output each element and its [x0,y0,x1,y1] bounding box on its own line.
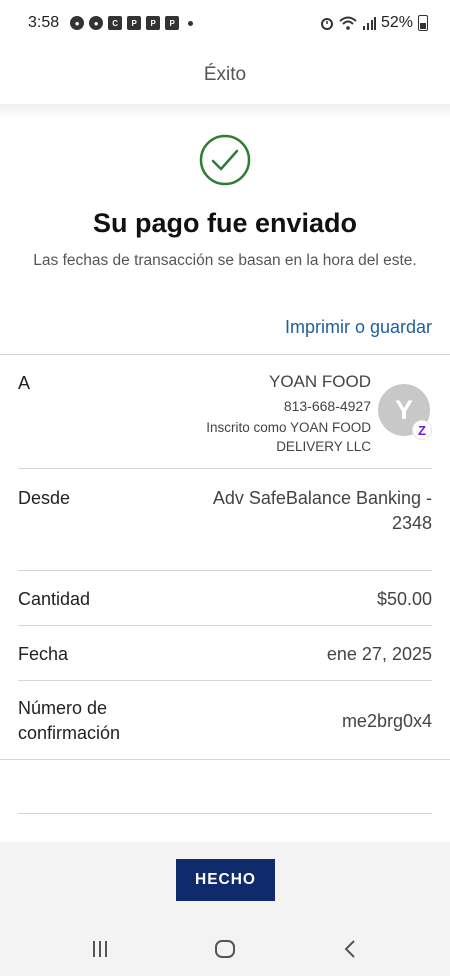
wifi-icon [339,16,357,30]
divider [18,680,432,681]
home-icon[interactable] [214,938,236,960]
pdf-notification-icon: P [165,16,180,30]
header-shadow [0,104,450,118]
from-account-name: Adv SafeBalance Banking - [212,488,432,508]
from-account: Adv SafeBalance Banking - 2348 [213,486,432,536]
messenger-notification-icon: ● [70,16,85,30]
confirmation-label-line2: confirmación [18,723,121,743]
done-button[interactable]: HECHO [176,859,275,901]
confirmation-number: me2brg0x4 [341,711,432,731]
divider [0,759,450,760]
divider [18,625,432,626]
check-circle-icon [199,134,251,186]
from-label: Desde [18,488,71,508]
confirmation-label-line1: Número de [18,698,108,718]
to-label: A [18,373,31,393]
divider [18,570,432,571]
page-header: Éxito [0,46,450,104]
date-value: ene 27, 2025 [326,644,432,664]
timezone-note: Las fechas de transacción se basan en la… [33,252,417,269]
zelle-badge-icon: Z [412,420,432,440]
divider [18,813,432,814]
page-title: Éxito [203,64,247,85]
date-label: Fecha [18,644,69,664]
messenger-notification-icon: ● [89,16,104,30]
signal-icon [362,17,376,30]
app-notification-icon: C [108,16,123,30]
divider [0,354,450,355]
status-time: 3:58 [28,14,60,31]
confirmation-label: Número de confirmación [18,696,120,746]
battery-icon [418,15,428,31]
success-title: Su pago fue enviado [92,208,358,238]
recipient-phone: 813-668-4927 [283,398,371,414]
print-or-save-link[interactable]: Imprimir o guardar [285,317,432,338]
back-icon[interactable] [340,938,362,960]
recent-apps-icon[interactable] [89,938,111,960]
divider [18,468,432,469]
from-account-number: 2348 [391,513,432,533]
more-notifications-icon [188,20,194,26]
battery-percent: 52% [380,14,413,31]
recipient-name: YOAN FOOD [268,372,371,391]
alarm-icon [320,18,333,30]
recipient-enrolled-as: Inscrito como YOAN FOOD DELIVERY LLC [206,420,371,454]
amount-value: $50.00 [376,589,432,609]
amount-label: Cantidad [18,589,91,609]
pdf-notification-icon: P [146,16,161,30]
status-bar: 3:58 ● ● C P P P 52% [0,0,450,46]
pdf-notification-icon: P [127,16,142,30]
